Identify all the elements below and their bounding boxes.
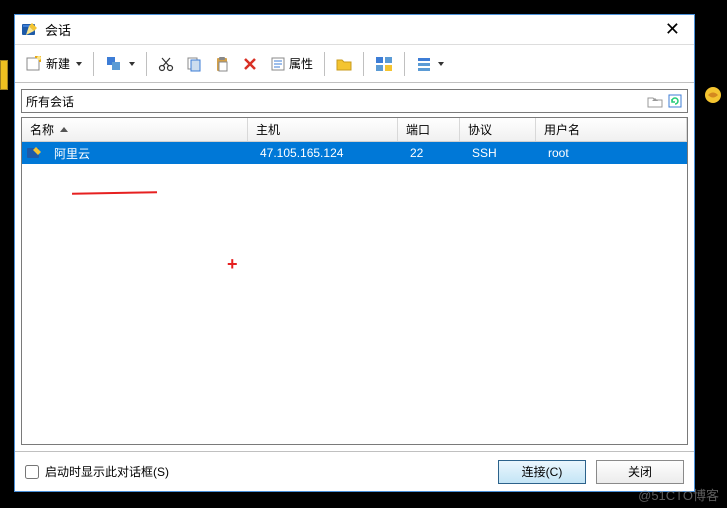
startup-checkbox[interactable]: 启动时显示此对话框(S) [25, 463, 488, 480]
bg-app-icon [704, 86, 722, 104]
new-label: 新建 [46, 55, 70, 72]
properties-button[interactable]: 属性 [266, 52, 317, 75]
session-path-text: 所有会话 [26, 93, 647, 110]
copy-session-button[interactable] [101, 52, 139, 76]
session-row-selected[interactable]: 阿里云 47.105.165.124 22 SSH root [22, 142, 687, 164]
refresh-icon[interactable] [667, 93, 683, 109]
session-list: 名称 主机 端口 协议 用户名 阿里云 47.105.165.124 22 SS… [21, 117, 688, 445]
new-icon [25, 55, 43, 73]
session-icon [26, 145, 42, 161]
window-title: 会话 [45, 20, 657, 39]
titlebar: 会话 ✕ [15, 15, 694, 45]
dropdown-arrow-icon [129, 62, 135, 66]
properties-icon [270, 56, 286, 72]
connect-button[interactable]: 连接(C) [498, 460, 586, 484]
copy-icon [186, 56, 202, 72]
session-path-field[interactable]: 所有会话 [21, 89, 688, 113]
copy-session-icon [105, 55, 123, 73]
view-button[interactable] [412, 53, 448, 75]
sessions-dialog: 会话 ✕ 新建 [14, 14, 695, 492]
folder-button[interactable] [332, 53, 356, 75]
dialog-footer: 启动时显示此对话框(S) 连接(C) 关闭 [15, 451, 694, 491]
row-name: 阿里云 [46, 145, 252, 162]
paste-button[interactable] [210, 53, 234, 75]
row-port: 22 [402, 146, 464, 160]
list-body: + [22, 164, 687, 444]
folder-icon [336, 56, 352, 72]
startup-checkbox-input[interactable] [25, 465, 39, 479]
grid-icon [375, 56, 393, 72]
col-name[interactable]: 名称 [22, 118, 248, 141]
watermark: @51CTO博客 [638, 485, 719, 504]
annotation-underline [72, 188, 157, 194]
dropdown-arrow-icon [76, 62, 82, 66]
sort-asc-icon [60, 127, 68, 132]
dropdown-arrow-icon [438, 62, 444, 66]
close-dialog-button[interactable]: 关闭 [596, 460, 684, 484]
up-folder-icon[interactable] [647, 93, 663, 109]
list-header: 名称 主机 端口 协议 用户名 [22, 118, 687, 142]
copy-button[interactable] [182, 53, 206, 75]
delete-button[interactable] [238, 53, 262, 75]
properties-label: 属性 [289, 55, 313, 72]
grid-button[interactable] [371, 53, 397, 75]
col-username[interactable]: 用户名 [536, 118, 687, 141]
cut-button[interactable] [154, 53, 178, 75]
new-button[interactable]: 新建 [21, 52, 86, 76]
toolbar: 新建 [15, 45, 694, 83]
delete-icon [242, 56, 258, 72]
close-button[interactable]: ✕ [657, 19, 688, 40]
paste-icon [214, 56, 230, 72]
row-protocol: SSH [464, 146, 540, 160]
scissors-icon [158, 56, 174, 72]
col-port[interactable]: 端口 [398, 118, 460, 141]
col-host[interactable]: 主机 [248, 118, 398, 141]
app-icon [21, 21, 39, 39]
col-protocol[interactable]: 协议 [460, 118, 536, 141]
startup-checkbox-label: 启动时显示此对话框(S) [45, 463, 169, 480]
row-username: root [540, 146, 687, 160]
annotation-plus: + [227, 254, 238, 275]
list-view-icon [416, 56, 432, 72]
row-host: 47.105.165.124 [252, 146, 402, 160]
